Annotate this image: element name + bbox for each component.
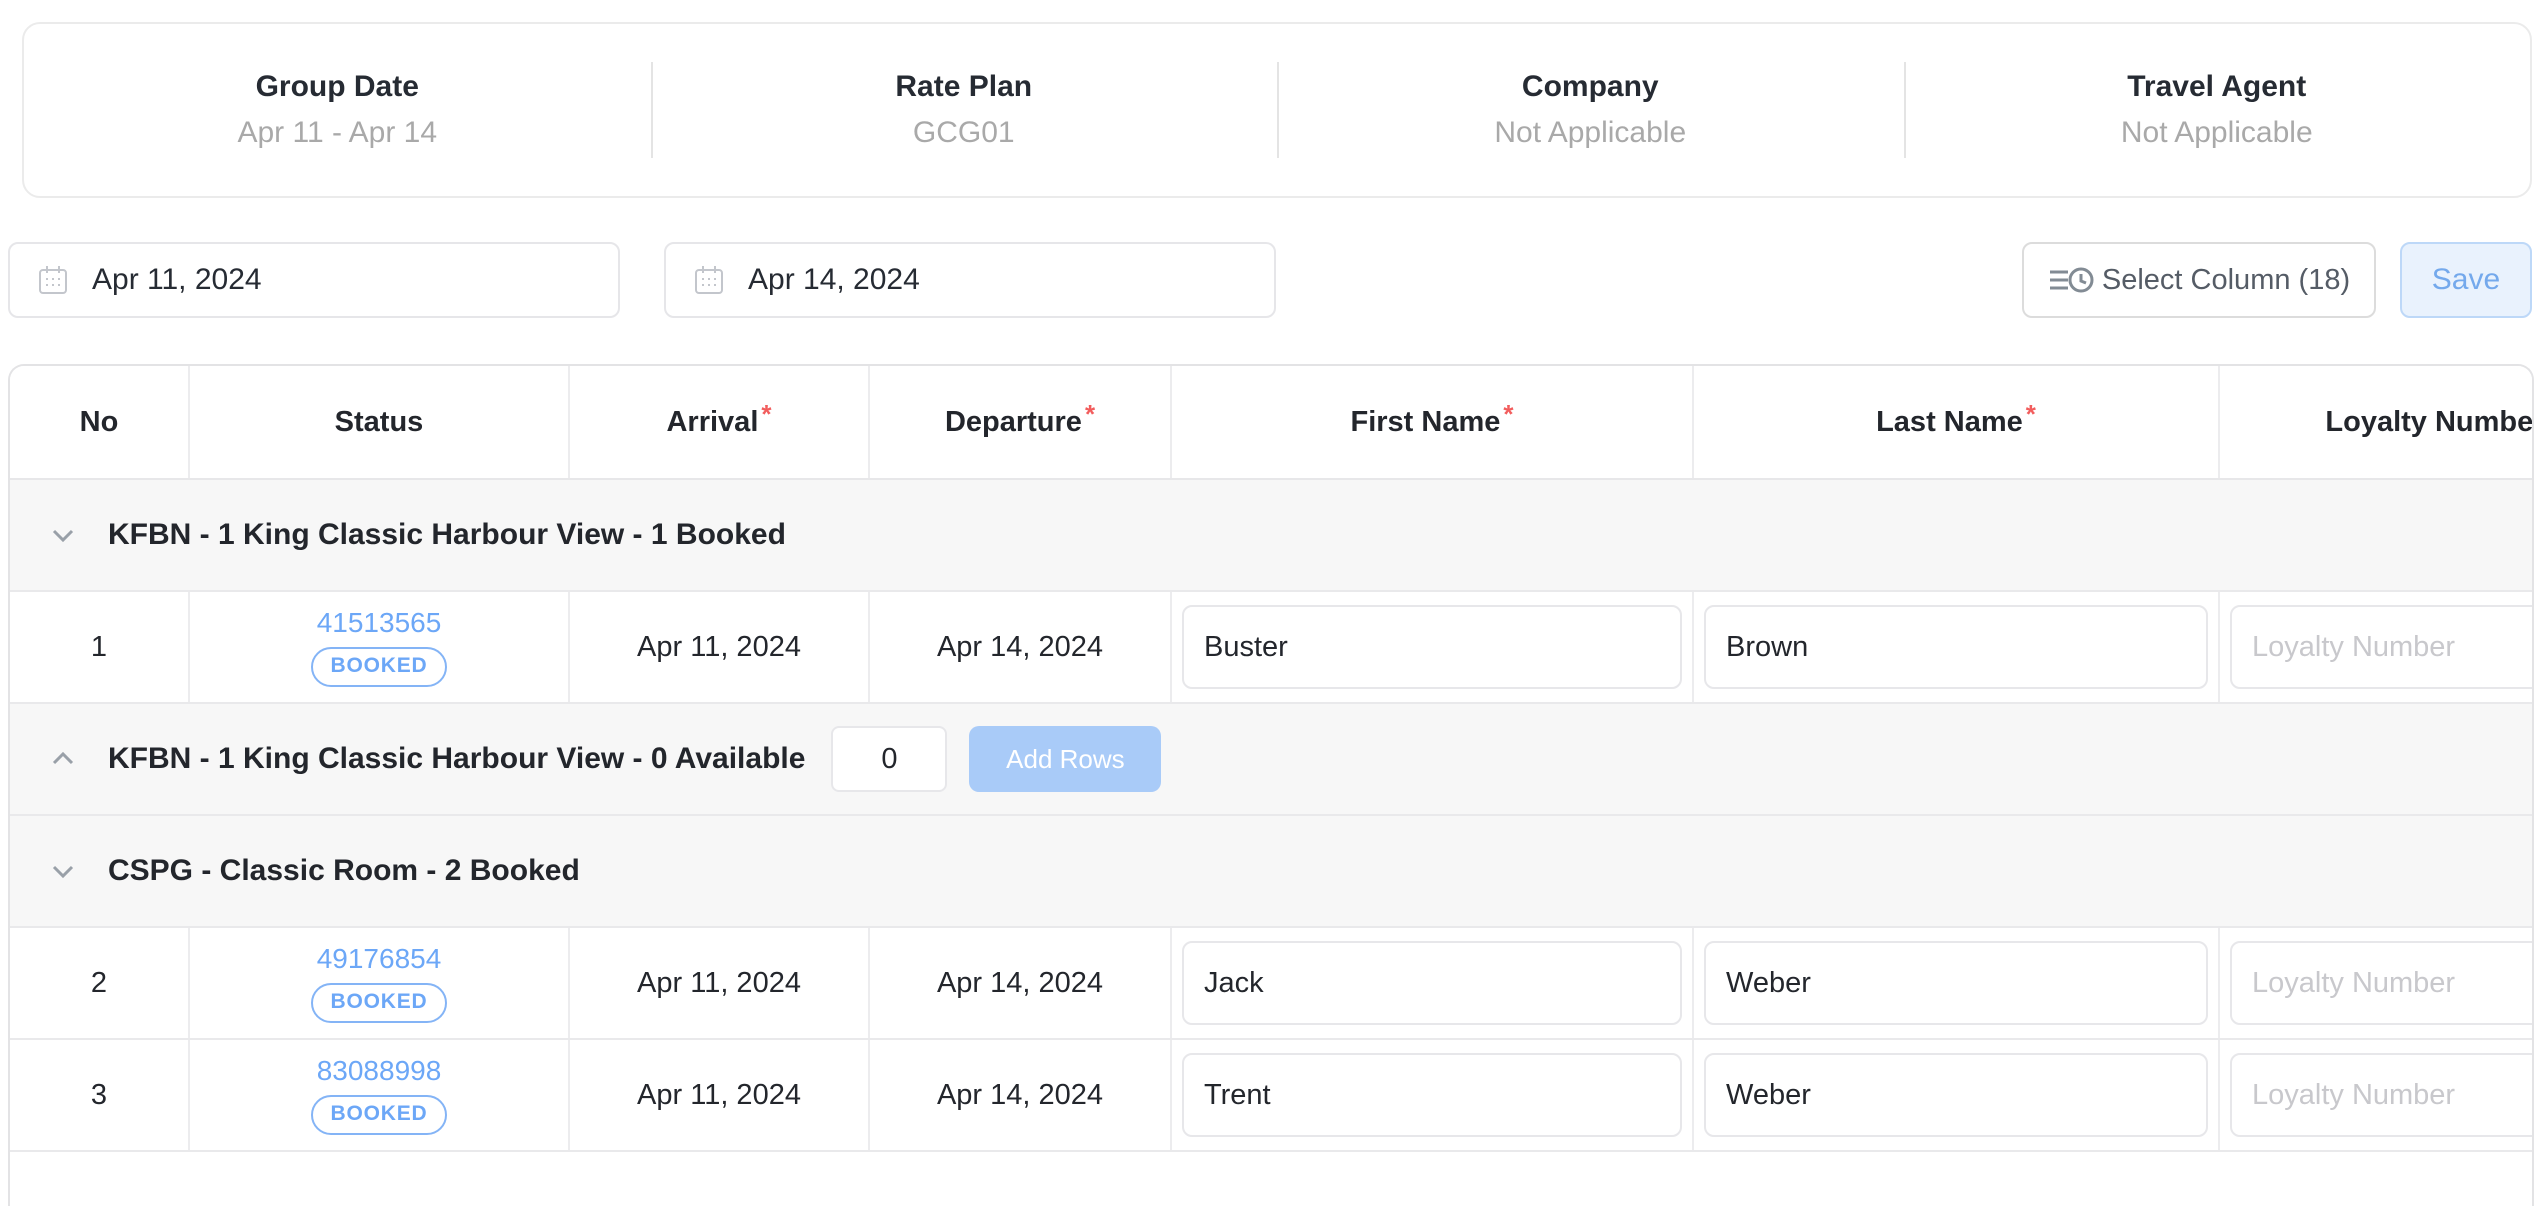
summary-label: Group Date — [256, 70, 419, 104]
status-badge: BOOKED — [311, 1095, 448, 1135]
calendar-icon — [36, 263, 70, 297]
first-name-input[interactable] — [1182, 605, 1682, 689]
confirmation-number-link[interactable]: 49176854 — [317, 943, 442, 975]
confirmation-number-link[interactable]: 41513565 — [317, 607, 442, 639]
room-group-row-kfbn-available[interactable]: KFBN - 1 King Classic Harbour View - 0 A… — [10, 704, 2532, 816]
add-rows-button[interactable]: Add Rows — [969, 726, 1161, 792]
col-header-first-name: First Name* — [1172, 366, 1694, 478]
summary-label: Rate Plan — [895, 70, 1032, 104]
summary-value: Not Applicable — [2121, 116, 2313, 150]
select-column-button[interactable]: Select Column (18) — [2022, 242, 2376, 318]
loyalty-number-input[interactable] — [2230, 941, 2534, 1025]
room-group-title: KFBN - 1 King Classic Harbour View - 1 B… — [108, 518, 786, 552]
add-rows-count-input[interactable] — [831, 726, 947, 792]
summary-travel-agent: Travel Agent Not Applicable — [1904, 24, 2531, 196]
cell-loyalty-number — [2220, 1040, 2534, 1150]
start-date-value: Apr 11, 2024 — [92, 263, 262, 297]
cell-last-name — [1694, 592, 2220, 702]
required-asterisk: * — [1503, 399, 1513, 430]
save-button[interactable]: Save — [2400, 242, 2532, 318]
booking-row: 1 41513565 BOOKED Apr 11, 2024 Apr 14, 2… — [10, 592, 2532, 704]
first-name-input[interactable] — [1182, 1053, 1682, 1137]
booking-row: 3 83088998 BOOKED Apr 11, 2024 Apr 14, 2… — [10, 1040, 2532, 1152]
table-header-row: No Status Arrival* Departure* First Name… — [10, 366, 2532, 480]
booking-row: 2 49176854 BOOKED Apr 11, 2024 Apr 14, 2… — [10, 928, 2532, 1040]
summary-value: GCG01 — [913, 116, 1015, 150]
chevron-up-icon[interactable] — [46, 742, 80, 776]
last-name-input[interactable] — [1704, 941, 2208, 1025]
room-group-title: CSPG - Classic Room - 2 Booked — [108, 854, 580, 888]
confirmation-number-link[interactable]: 83088998 — [317, 1055, 442, 1087]
col-header-no: No — [10, 366, 190, 478]
required-asterisk: * — [2026, 399, 2036, 430]
summary-rate-plan: Rate Plan GCG01 — [651, 24, 1278, 196]
cell-last-name — [1694, 928, 2220, 1038]
cell-status: 49176854 BOOKED — [190, 928, 570, 1038]
calendar-icon — [692, 263, 726, 297]
col-header-loyalty-number: Loyalty Number — [2220, 366, 2534, 478]
cell-first-name — [1172, 928, 1694, 1038]
cell-departure[interactable]: Apr 14, 2024 — [870, 1040, 1172, 1150]
last-name-input[interactable] — [1704, 605, 2208, 689]
col-header-arrival: Arrival* — [570, 366, 870, 478]
cell-first-name — [1172, 1040, 1694, 1150]
status-badge: BOOKED — [311, 647, 448, 687]
cell-loyalty-number — [2220, 928, 2534, 1038]
cell-no: 1 — [10, 592, 190, 702]
loyalty-number-input[interactable] — [2230, 605, 2534, 689]
cell-departure[interactable]: Apr 14, 2024 — [870, 928, 1172, 1038]
summary-value: Not Applicable — [1494, 116, 1686, 150]
summary-label: Travel Agent — [2127, 70, 2306, 104]
room-group-row-cspg-booked[interactable]: CSPG - Classic Room - 2 Booked — [10, 816, 2532, 928]
cell-last-name — [1694, 1040, 2220, 1150]
cell-status: 41513565 BOOKED — [190, 592, 570, 702]
bookings-table: No Status Arrival* Departure* First Name… — [8, 364, 2534, 1206]
column-settings-icon — [2048, 263, 2096, 297]
col-header-departure: Departure* — [870, 366, 1172, 478]
table-empty-area — [10, 1152, 2532, 1206]
end-date-picker[interactable]: Apr 14, 2024 — [664, 242, 1276, 318]
cell-arrival[interactable]: Apr 11, 2024 — [570, 592, 870, 702]
loyalty-number-input[interactable] — [2230, 1053, 2534, 1137]
cell-no: 2 — [10, 928, 190, 1038]
first-name-input[interactable] — [1182, 941, 1682, 1025]
cell-arrival[interactable]: Apr 11, 2024 — [570, 928, 870, 1038]
chevron-down-icon[interactable] — [46, 518, 80, 552]
cell-status: 83088998 BOOKED — [190, 1040, 570, 1150]
last-name-input[interactable] — [1704, 1053, 2208, 1137]
status-badge: BOOKED — [311, 983, 448, 1023]
cell-loyalty-number — [2220, 592, 2534, 702]
required-asterisk: * — [761, 399, 771, 430]
cell-departure[interactable]: Apr 14, 2024 — [870, 592, 1172, 702]
col-header-last-name: Last Name* — [1694, 366, 2220, 478]
chevron-down-icon[interactable] — [46, 854, 80, 888]
cell-first-name — [1172, 592, 1694, 702]
room-group-title: KFBN - 1 King Classic Harbour View - 0 A… — [108, 742, 805, 776]
start-date-picker[interactable]: Apr 11, 2024 — [8, 242, 620, 318]
col-header-status: Status — [190, 366, 570, 478]
select-column-label: Select Column (18) — [2102, 264, 2350, 297]
cell-arrival[interactable]: Apr 11, 2024 — [570, 1040, 870, 1150]
group-summary-card: Group Date Apr 11 - Apr 14 Rate Plan GCG… — [22, 22, 2532, 198]
summary-value: Apr 11 - Apr 14 — [237, 116, 437, 150]
group-booking-page: Group Date Apr 11 - Apr 14 Rate Plan GCG… — [0, 0, 2544, 1206]
room-group-row-kfbn-booked[interactable]: KFBN - 1 King Classic Harbour View - 1 B… — [10, 480, 2532, 592]
summary-group-date: Group Date Apr 11 - Apr 14 — [24, 24, 651, 196]
cell-no: 3 — [10, 1040, 190, 1150]
summary-label: Company — [1522, 70, 1659, 104]
required-asterisk: * — [1085, 399, 1095, 430]
end-date-value: Apr 14, 2024 — [748, 263, 920, 297]
summary-company: Company Not Applicable — [1277, 24, 1904, 196]
